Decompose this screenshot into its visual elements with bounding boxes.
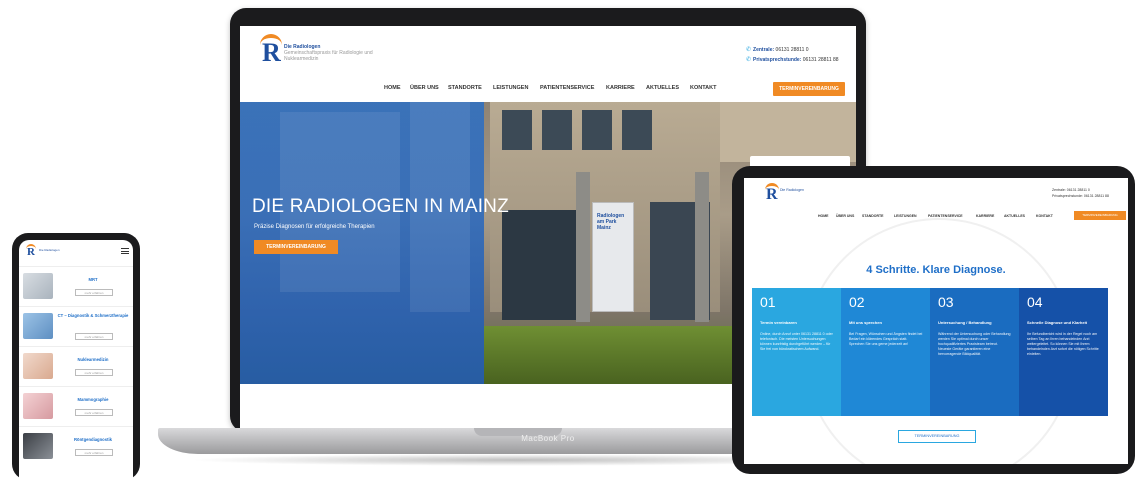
nav-ueber-uns[interactable]: ÜBER UNS [410, 85, 439, 91]
zentrale-number: 06131 28811 0 [775, 47, 809, 53]
service-title: Nuklearmedizin [77, 357, 109, 362]
tablet-nav-patientenservice[interactable]: PATIENTENSERVICE [928, 214, 963, 218]
tablet-nav-home[interactable]: HOME [818, 214, 829, 218]
step-card-4: 04 Schnelle Diagnose und Klarheit Ihr Be… [1019, 288, 1108, 416]
phone-screen: R Die Radiologen MRT mehr erfahren CT – … [19, 240, 133, 480]
step-number: 01 [760, 294, 776, 310]
service-item-mrt[interactable]: MRT mehr erfahren [19, 266, 133, 304]
building-entrance [502, 210, 582, 320]
step-title: Termin vereinbaren [760, 320, 797, 325]
hero-cta-button[interactable]: TERMINVEREINBARUNG [254, 240, 338, 254]
step-title: Untersuchung / Behandlung [938, 320, 992, 325]
service-title: Röntgendiagnostik [74, 437, 112, 442]
nav-aktuelles[interactable]: AKTUELLES [646, 85, 679, 91]
main-nav: HOME ÜBER UNS STANDORTE LEISTUNGEN PATIE… [240, 80, 856, 98]
logo-letter: R [262, 38, 281, 67]
hero-title: DIE RADIOLOGEN IN MAINZ [252, 196, 509, 217]
nav-kontakt[interactable]: KONTAKT [690, 85, 716, 91]
building-window [542, 110, 572, 150]
tablet-nav-karriere[interactable]: KARRIERE [976, 214, 994, 218]
building-window [502, 110, 532, 150]
nav-patientenservice[interactable]: PATIENTENSERVICE [540, 85, 594, 91]
building-pillar [695, 172, 709, 322]
phone-icon: ✆ [746, 57, 752, 63]
step-card-2: 02 Mit uns sprechen Bei Fragen, Wünschen… [841, 288, 930, 416]
tablet-nav-kontakt[interactable]: KONTAKT [1036, 214, 1053, 218]
logo-name: Die Radiologen [39, 248, 60, 252]
logo-text: Die Radiologen Gemeinschaftspraxis für R… [284, 44, 374, 62]
nav-leistungen[interactable]: LEISTUNGEN [493, 85, 528, 91]
tablet-nav-leistungen[interactable]: LEISTUNGEN [894, 214, 917, 218]
service-thumbnail [23, 353, 53, 379]
logo-letter: R [766, 186, 778, 203]
step-number: 02 [849, 294, 865, 310]
nav-karriere[interactable]: KARRIERE [606, 85, 635, 91]
tablet-nav-aktuelles[interactable]: AKTUELLES [1004, 214, 1025, 218]
step-number: 04 [1027, 294, 1043, 310]
nav-cta-button[interactable]: TERMINVEREINBARUNG [773, 82, 845, 96]
hero-subtitle: Präzise Diagnosen für erfolgreiche Thera… [254, 224, 375, 230]
logo-name: Die Radiologen [780, 188, 804, 192]
service-title: Mammographie [77, 397, 109, 402]
phone-icon: ✆ [746, 47, 752, 53]
service-item-nuklearmedizin[interactable]: Nuklearmedizin mehr erfahren [19, 346, 133, 384]
tablet-cta-button[interactable]: TERMINVEREINBARUNG [898, 430, 976, 443]
logo-letter: R [27, 246, 35, 258]
tablet-nav-cta-button[interactable]: TERMINVEREINBARUNG [1074, 211, 1126, 220]
step-title: Schnelle Diagnose und Klarheit [1027, 320, 1088, 325]
zentrale-label: Zentrale: [753, 47, 775, 53]
service-thumbnail [23, 393, 53, 419]
service-title: CT – Diagnostik & Schmerztherapie [57, 313, 129, 318]
practice-sign: Radiologen am Park Mainz [592, 202, 634, 312]
service-item-mammographie[interactable]: Mammographie mehr erfahren [19, 386, 133, 424]
service-more-button[interactable]: mehr erfahren [75, 409, 113, 416]
hero-building-right [720, 102, 856, 162]
service-more-button[interactable]: mehr erfahren [75, 369, 113, 376]
step-text: Bei Fragen, Wünschen und Ängsten findet … [849, 332, 923, 346]
privat-number: 06131 28811 88 [802, 57, 839, 63]
site-header: R Die Radiologen Gemeinschaftspraxis für… [240, 26, 856, 78]
tablet-nav-ueber-uns[interactable]: ÜBER UNS [836, 214, 854, 218]
step-text: Ihr Befundbericht wird in der Regel noch… [1027, 332, 1099, 356]
building-window [582, 110, 612, 150]
hamburger-menu-icon[interactable] [121, 248, 129, 254]
service-more-button[interactable]: mehr erfahren [75, 333, 113, 340]
steps-heading: 4 Schritte. Klare Diagnose. [866, 264, 1006, 276]
tablet-phone-privat[interactable]: Privatsprechstunde: 06131 28811 88 [1052, 194, 1109, 198]
tablet-screen: R Die Radiologen Zentrale: 06131 28811 0… [744, 178, 1128, 464]
service-thumbnail [23, 313, 53, 339]
service-item-ct[interactable]: CT – Diagnostik & Schmerztherapie mehr e… [19, 306, 133, 344]
step-text: Während der Untersuchung oder Behandlung… [938, 332, 1011, 356]
step-number: 03 [938, 294, 954, 310]
tablet-nav-standorte[interactable]: STANDORTE [862, 214, 884, 218]
service-thumbnail [23, 273, 53, 299]
sign-text: Radiologen am Park Mainz [597, 213, 625, 231]
tablet-phone-zentrale[interactable]: Zentrale: 06131 28811 0 [1052, 188, 1090, 192]
nav-home[interactable]: HOME [384, 85, 401, 91]
step-text: Online, durch Anruf unter 06131 28811 0 … [760, 332, 833, 351]
privat-label: Privatsprechstunde: [753, 57, 802, 63]
nav-standorte[interactable]: STANDORTE [448, 85, 482, 91]
laptop-model-label: MacBook Pro [521, 434, 575, 443]
service-thumbnail [23, 433, 53, 459]
building-pillar [576, 172, 590, 322]
step-card-1: 01 Termin vereinbaren Online, durch Anru… [752, 288, 841, 416]
phone-zentrale[interactable]: ✆ Zentrale: 06131 28811 0 [746, 46, 809, 53]
step-title: Mit uns sprechen [849, 320, 882, 325]
service-more-button[interactable]: mehr erfahren [75, 289, 113, 296]
service-title: MRT [88, 277, 98, 282]
service-item-roentgen[interactable]: Röntgendiagnostik mehr erfahren [19, 426, 133, 464]
logo-tagline: Gemeinschaftspraxis für Radiologie und N… [284, 50, 373, 62]
service-more-button[interactable]: mehr erfahren [75, 449, 113, 456]
step-card-3: 03 Untersuchung / Behandlung Während der… [930, 288, 1019, 416]
phone-privat[interactable]: ✆ Privatsprechstunde: 06131 28811 88 [746, 56, 839, 63]
building-window [622, 110, 652, 150]
